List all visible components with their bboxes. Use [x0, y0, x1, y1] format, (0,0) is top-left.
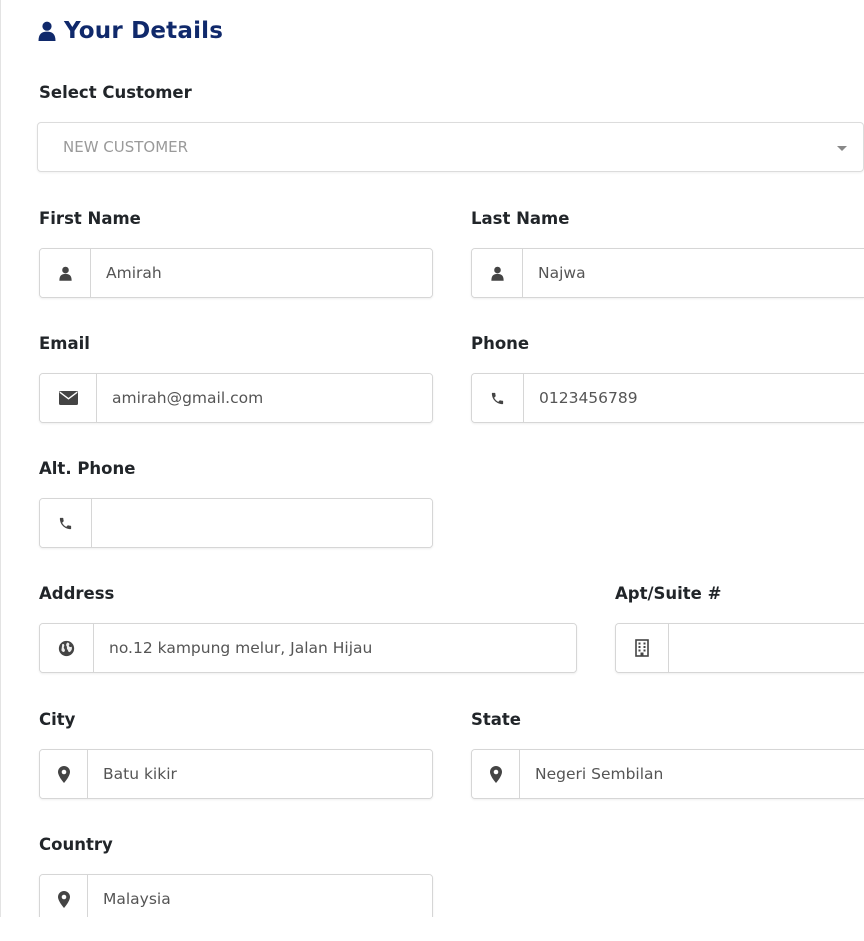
city-input[interactable]	[88, 750, 432, 798]
alt-phone-label: Alt. Phone	[39, 459, 136, 478]
apt-group	[615, 623, 864, 673]
state-group	[471, 749, 864, 799]
section-title-text: Your Details	[64, 18, 224, 44]
globe-icon	[40, 624, 94, 672]
user-icon	[472, 249, 523, 297]
state-label: State	[471, 710, 521, 729]
state-input[interactable]	[520, 750, 864, 798]
first-name-group	[39, 248, 433, 298]
address-group	[39, 623, 577, 673]
user-icon	[40, 249, 91, 297]
left-border	[0, 0, 1, 917]
email-label: Email	[39, 334, 90, 353]
map-marker-icon	[40, 750, 88, 798]
bottom-edge	[0, 917, 864, 941]
map-marker-icon	[40, 875, 88, 923]
country-label: Country	[39, 835, 113, 854]
alt-phone-input[interactable]	[92, 499, 432, 547]
last-name-input[interactable]	[523, 249, 864, 297]
map-marker-icon	[472, 750, 520, 798]
apt-label: Apt/Suite #	[615, 584, 722, 603]
phone-input[interactable]	[524, 374, 864, 422]
building-icon	[616, 624, 669, 672]
envelope-icon	[40, 374, 97, 422]
last-name-group	[471, 248, 864, 298]
city-group	[39, 749, 433, 799]
country-input[interactable]	[88, 875, 432, 923]
first-name-label: First Name	[39, 209, 141, 228]
select-customer-label: Select Customer	[39, 83, 192, 102]
phone-icon	[40, 499, 92, 547]
section-title: Your Details	[38, 15, 223, 47]
address-input[interactable]	[94, 624, 576, 672]
phone-icon	[472, 374, 524, 422]
phone-label: Phone	[471, 334, 530, 353]
customer-select-value: NEW CUSTOMER	[63, 138, 189, 156]
email-group	[39, 373, 433, 423]
city-label: City	[39, 710, 76, 729]
address-label: Address	[39, 584, 115, 603]
phone-group	[471, 373, 864, 423]
user-icon	[38, 20, 58, 42]
apt-input[interactable]	[669, 624, 864, 672]
caret-down-icon	[837, 146, 847, 151]
first-name-input[interactable]	[91, 249, 432, 297]
email-input[interactable]	[97, 374, 432, 422]
last-name-label: Last Name	[471, 209, 570, 228]
alt-phone-group	[39, 498, 433, 548]
customer-select[interactable]: NEW CUSTOMER	[37, 122, 864, 172]
